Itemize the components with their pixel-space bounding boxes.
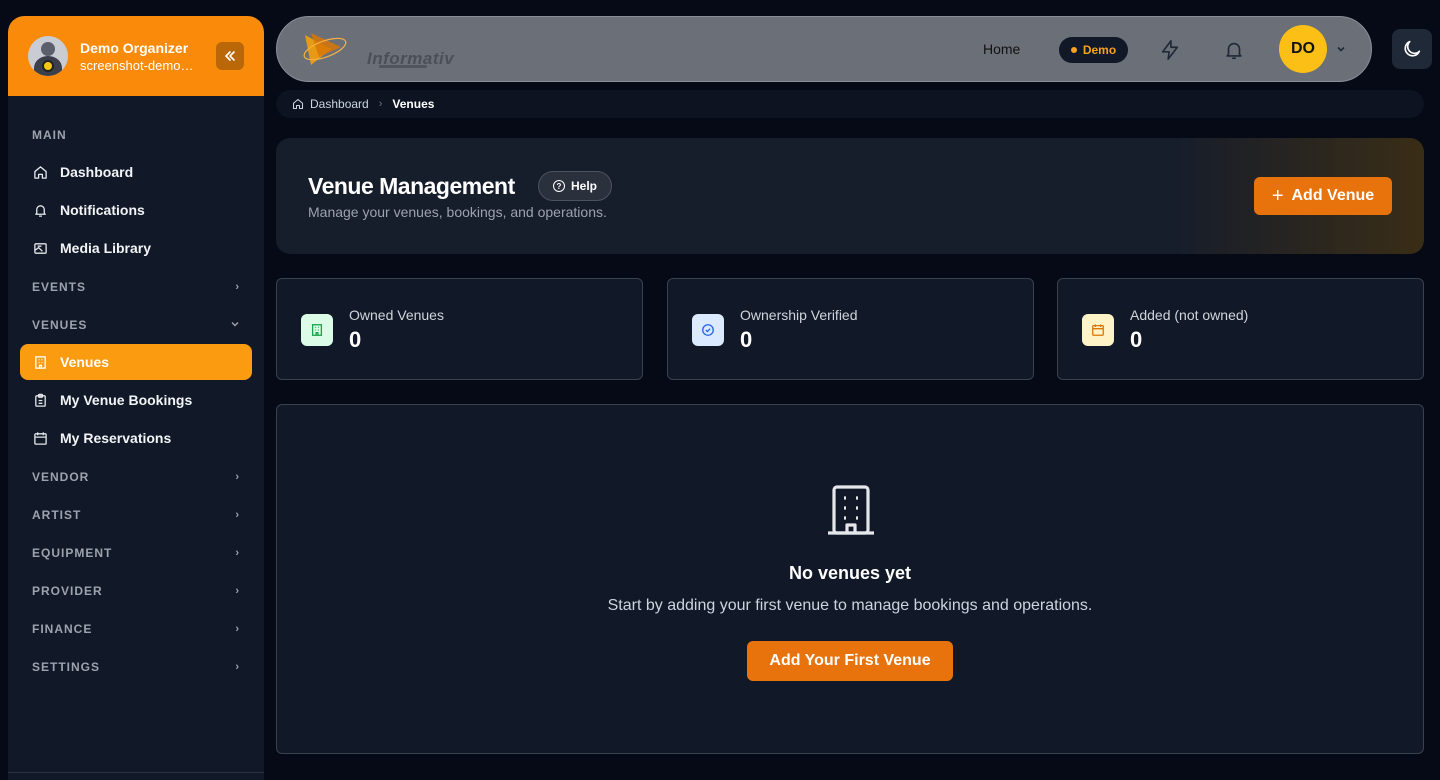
- logo-mark-icon: [303, 33, 347, 65]
- help-button[interactable]: ? Help: [538, 171, 612, 201]
- stat-value: 0: [740, 327, 753, 352]
- sidebar-item-venues[interactable]: Venues: [20, 344, 252, 380]
- sidebar-item-my-venue-bookings[interactable]: My Venue Bookings: [20, 382, 252, 418]
- empty-state-card: No venues yet Start by adding your first…: [276, 404, 1424, 754]
- sidebar-footer-divider: [8, 772, 264, 780]
- chevron-right-icon: ›: [235, 661, 240, 673]
- section-artist[interactable]: ARTIST ›: [20, 496, 252, 534]
- theme-toggle-button[interactable]: [1392, 29, 1432, 69]
- avatar[interactable]: [28, 36, 68, 76]
- chevron-right-icon: ›: [235, 509, 240, 521]
- home-icon[interactable]: [292, 98, 304, 110]
- empty-state-description: Start by adding your first venue to mana…: [607, 597, 1093, 614]
- sidebar-nav: MAIN Dashboard Notifications Media Libra…: [8, 96, 264, 686]
- sidebar-item-dashboard[interactable]: Dashboard: [20, 154, 252, 190]
- stat-card-owned-venues: Owned Venues 0: [276, 278, 643, 380]
- add-first-venue-button[interactable]: Add Your First Venue: [747, 641, 953, 681]
- empty-state-title: No venues yet: [788, 563, 912, 583]
- sidebar-item-notifications[interactable]: Notifications: [20, 192, 252, 228]
- building-icon: [828, 485, 874, 535]
- page-subtitle: Manage your venues, bookings, and operat…: [308, 204, 607, 220]
- sidebar-item-my-reservations[interactable]: My Reservations: [20, 420, 252, 456]
- chevrons-left-icon: [225, 51, 235, 61]
- section-finance[interactable]: FINANCE ›: [20, 610, 252, 648]
- page-title: Venue Management: [308, 173, 515, 199]
- bell-icon[interactable]: [1223, 39, 1245, 61]
- breadcrumb: Dashboard › Venues: [276, 90, 1424, 118]
- sidebar-item-label: Dashboard: [60, 164, 134, 180]
- section-provider[interactable]: PROVIDER ›: [20, 572, 252, 610]
- section-main: MAIN: [32, 128, 67, 142]
- section-venues[interactable]: VENUES: [20, 306, 252, 344]
- stat-label: Added (not owned): [1130, 307, 1249, 323]
- user-name: Demo Organizer: [80, 39, 189, 56]
- user-email: screenshot-demo@i...: [80, 57, 206, 73]
- moon-icon: [1404, 40, 1421, 57]
- calendar-icon: [32, 430, 48, 446]
- section-vendor[interactable]: VENDOR ›: [20, 458, 252, 496]
- top-navbar: Informativ Home Demo DO: [276, 16, 1372, 82]
- sidebar-user-header: Demo Organizer screenshot-demo@i...: [8, 16, 264, 96]
- stat-value: 0: [349, 327, 362, 352]
- chevron-right-icon: ›: [235, 471, 240, 483]
- bell-icon: [32, 202, 48, 218]
- plus-icon: +: [1271, 184, 1284, 207]
- clipboard-icon: [32, 392, 48, 408]
- breadcrumb-dashboard[interactable]: Dashboard: [310, 97, 369, 111]
- add-venue-button[interactable]: + Add Venue: [1254, 177, 1392, 215]
- stat-value: 0: [1130, 327, 1143, 352]
- calendar-icon: [1082, 314, 1114, 346]
- stat-label: Ownership Verified: [740, 307, 858, 323]
- chevron-right-icon: ›: [235, 585, 240, 597]
- section-settings[interactable]: SETTINGS ›: [20, 648, 252, 686]
- chevron-right-icon: ›: [378, 98, 383, 110]
- stat-label: Owned Venues: [349, 307, 444, 323]
- chevron-down-icon[interactable]: [1335, 43, 1347, 55]
- building-icon: [32, 354, 48, 370]
- building-icon: [301, 314, 333, 346]
- collapse-sidebar-button[interactable]: [216, 42, 244, 70]
- question-icon: ?: [552, 180, 565, 192]
- chevron-right-icon: ›: [235, 623, 240, 635]
- chevron-right-icon: ›: [235, 547, 240, 559]
- page-header-card: Venue Management ? Help Manage your venu…: [276, 138, 1424, 254]
- home-link[interactable]: Home: [983, 41, 1020, 57]
- sidebar-item-label: My Reservations: [60, 430, 172, 446]
- check-circle-icon: [692, 314, 724, 346]
- sidebar-item-label: Notifications: [60, 202, 145, 218]
- sidebar: Demo Organizer screenshot-demo@i... MAIN…: [8, 16, 264, 780]
- sidebar-item-label: Media Library: [60, 240, 152, 256]
- demo-badge[interactable]: Demo: [1059, 37, 1128, 63]
- lightning-icon[interactable]: [1159, 39, 1181, 61]
- home-icon: [32, 164, 48, 180]
- sidebar-item-media-library[interactable]: Media Library: [20, 230, 252, 266]
- stat-card-added-not-owned: Added (not owned) 0: [1057, 278, 1424, 380]
- chevron-down-icon: [230, 319, 240, 332]
- section-equipment[interactable]: EQUIPMENT ›: [20, 534, 252, 572]
- chevron-right-icon: ›: [235, 281, 240, 293]
- user-avatar-button[interactable]: DO: [1279, 25, 1327, 73]
- stat-card-ownership-verified: Ownership Verified 0: [667, 278, 1034, 380]
- brand-logo[interactable]: Informativ: [301, 27, 461, 73]
- section-events[interactable]: EVENTS ›: [20, 268, 252, 306]
- image-icon: [32, 240, 48, 256]
- sidebar-item-label: My Venue Bookings: [60, 392, 193, 408]
- sidebar-item-label: Venues: [60, 354, 110, 370]
- breadcrumb-current: Venues: [392, 97, 435, 111]
